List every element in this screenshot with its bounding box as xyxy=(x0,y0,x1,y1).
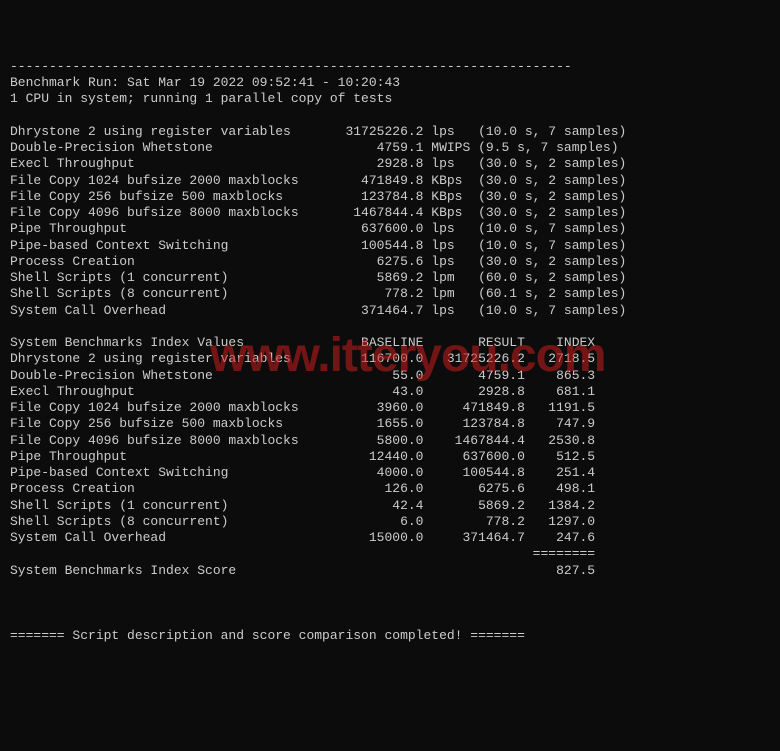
index-score-line: System Benchmarks Index Score 827.5 xyxy=(10,563,595,578)
raw-results-block: Dhrystone 2 using register variables 317… xyxy=(10,124,626,318)
separator-line: ----------------------------------------… xyxy=(10,59,572,74)
terminal-output: www.itteryou.com -----------------------… xyxy=(10,26,770,644)
cpu-info: 1 CPU in system; running 1 parallel copy… xyxy=(10,91,392,106)
index-separator: ======== xyxy=(10,546,595,561)
footer-line: ======= Script description and score com… xyxy=(10,628,525,643)
index-results-block: Dhrystone 2 using register variables 116… xyxy=(10,351,595,545)
index-header: System Benchmarks Index Values BASELINE … xyxy=(10,335,595,350)
run-header: Benchmark Run: Sat Mar 19 2022 09:52:41 … xyxy=(10,75,400,90)
